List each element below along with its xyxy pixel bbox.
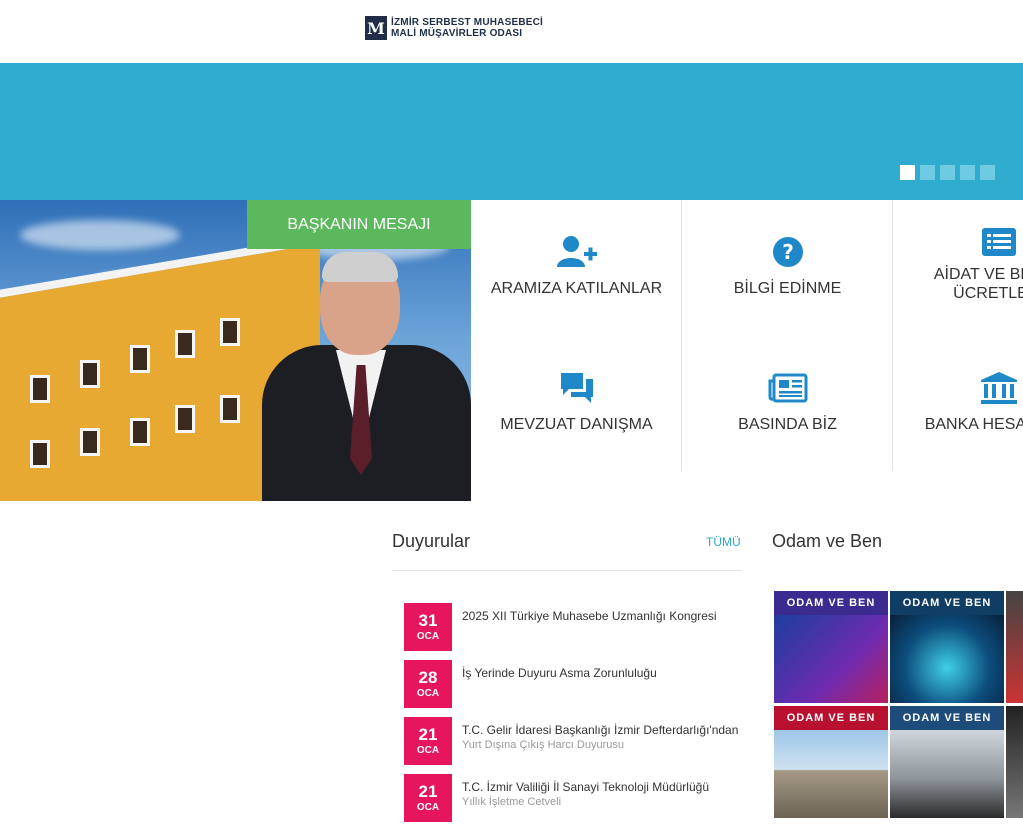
- date-badge: 28 OCA: [404, 660, 452, 708]
- user-plus-icon: [556, 235, 598, 269]
- quick-link-label: BASINDA BİZ: [738, 416, 837, 433]
- slider-dot-2[interactable]: [920, 165, 935, 180]
- announcement-subtitle: Yurt Dışına Çıkış Harcı Duyurusu: [462, 739, 624, 751]
- slider-dot-5[interactable]: [980, 165, 995, 180]
- announcement-item[interactable]: 21 OCA T.C. Gelir İdaresi Başkanlığı İzm…: [404, 717, 744, 767]
- announcements-title: Duyurular: [392, 531, 471, 551]
- site-logo[interactable]: M İZMİR SERBEST MUHASEBECİ MALİ MÜŞAVİRL…: [365, 16, 543, 40]
- quick-link-label: AİDAT VE BELGE ÜCRETLERİ: [933, 266, 1023, 302]
- odam-card-partial[interactable]: [1006, 706, 1023, 818]
- announcement-title: T.C. Gelir İdaresi Başkanlığı İzmir Deft…: [462, 723, 739, 737]
- list-icon: [981, 225, 1017, 259]
- quick-links: ARAMIZA KATILANLAR ? BİLGİ EDİNME AİDAT …: [471, 200, 1023, 501]
- slider-dots: [900, 165, 995, 180]
- date-badge: 21 OCA: [404, 774, 452, 822]
- odam-ve-ben-gallery: ODAM VE BEN ODAM VE BEN ODAM VE BEN ODAM…: [774, 591, 1023, 828]
- question-circle-icon: ?: [772, 235, 804, 269]
- slider-dot-1[interactable]: [900, 165, 915, 180]
- announcement-item[interactable]: 31 OCA 2025 XII Türkiye Muhasebe Uzmanlı…: [404, 603, 744, 653]
- quick-link-mevzuat-danisma[interactable]: MEVZUAT DANIŞMA: [471, 336, 682, 486]
- odam-ve-ben-title: Odam ve Ben: [772, 531, 883, 551]
- announcements-divider: [392, 570, 742, 571]
- announcement-title: İş Yerinde Duyuru Asma Zorunluluğu: [462, 666, 657, 680]
- hero-banner: [0, 63, 1023, 200]
- quick-link-aidat-ve-belge[interactable]: AİDAT VE BELGE ÜCRETLERİ: [893, 200, 1023, 350]
- quick-link-label: MEVZUAT DANIŞMA: [500, 416, 653, 433]
- chat-icon: [559, 371, 595, 405]
- newspaper-icon: [768, 371, 808, 405]
- slider-dot-4[interactable]: [960, 165, 975, 180]
- bank-icon: [980, 371, 1018, 405]
- odam-card[interactable]: ODAM VE BEN: [774, 591, 888, 703]
- quick-link-label: BANKA HESAPLARI: [924, 416, 1023, 433]
- logo-mark-icon: M: [365, 16, 387, 40]
- announcement-title: T.C. İzmir Valiliği İl Sanayi Teknoloji …: [462, 780, 709, 794]
- quick-link-aramiza-katilanlar[interactable]: ARAMIZA KATILANLAR: [471, 200, 682, 350]
- date-badge: 21 OCA: [404, 717, 452, 765]
- date-badge: 31 OCA: [404, 603, 452, 651]
- president-message-button[interactable]: BAŞKANIN MESAJI: [247, 200, 471, 249]
- slider-dot-3[interactable]: [940, 165, 955, 180]
- quick-link-bilgi-edinme[interactable]: ? BİLGİ EDİNME: [682, 200, 893, 350]
- logo-line-2: MALİ MÜŞAVİRLER ODASI: [391, 28, 523, 39]
- announcements-all-link[interactable]: TÜMÜ: [706, 535, 741, 549]
- logo-line-1: İZMİR SERBEST MUHASEBECİ: [391, 17, 544, 28]
- announcement-item[interactable]: 28 OCA İş Yerinde Duyuru Asma Zorunluluğ…: [404, 660, 744, 710]
- announcement-subtitle: Yıllık İşletme Cetveli: [462, 796, 562, 808]
- quick-link-label: ARAMIZA KATILANLAR: [490, 280, 663, 297]
- site-header: M İZMİR SERBEST MUHASEBECİ MALİ MÜŞAVİRL…: [0, 0, 1023, 63]
- odam-card[interactable]: ODAM VE BEN: [890, 706, 1004, 818]
- odam-card-partial[interactable]: [1006, 591, 1023, 703]
- svg-text:?: ?: [782, 240, 794, 264]
- quick-link-basinda-biz[interactable]: BASINDA BİZ: [682, 336, 893, 486]
- quick-link-label: BİLGİ EDİNME: [733, 280, 842, 297]
- odam-card[interactable]: ODAM VE BEN: [890, 591, 1004, 703]
- quick-link-banka-hesaplari[interactable]: BANKA HESAPLARI: [893, 336, 1023, 486]
- announcement-item[interactable]: 21 OCA T.C. İzmir Valiliği İl Sanayi Tek…: [404, 774, 744, 824]
- announcement-title: 2025 XII Türkiye Muhasebe Uzmanlığı Kong…: [462, 609, 717, 623]
- odam-card[interactable]: ODAM VE BEN: [774, 706, 888, 818]
